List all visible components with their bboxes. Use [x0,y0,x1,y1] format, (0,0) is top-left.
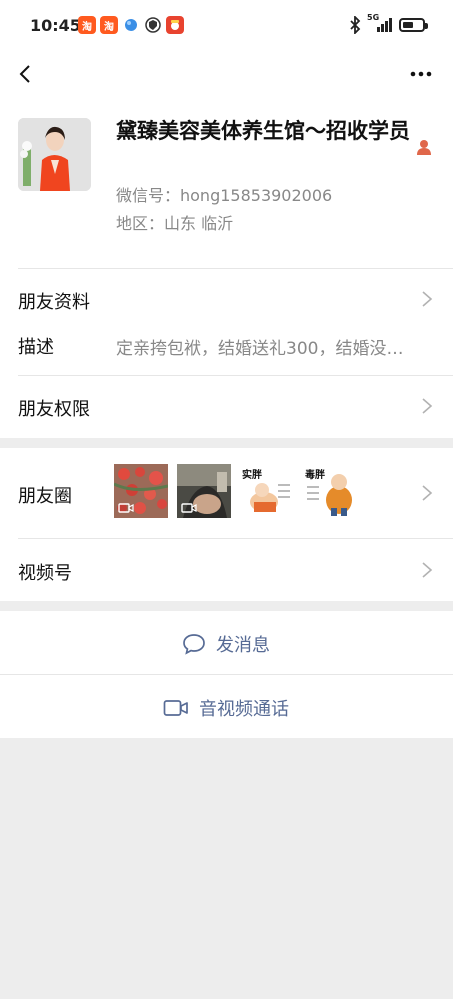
chevron-right-icon [422,398,433,414]
moments-label: 朋友圈 [18,486,72,507]
description-label: 描述 [18,337,54,358]
moments-photo: 实胖 [240,464,294,518]
taobao-app-icon: 淘 [100,16,118,34]
description-value: 定亲挎包袱，结婚送礼300，结婚没… [116,339,404,359]
friend-info-section: 朋友资料 描述 定亲挎包袱，结婚送礼300，结婚没… [0,268,453,375]
taobao-app-icon: 淘 [78,16,96,34]
signal-icon: 5G [367,13,393,33]
status-time: 10:45 [30,16,81,35]
chat-bubble-icon [183,634,205,655]
contact-name: 黛臻美容美体养生馆～招收学员 [116,119,410,143]
moments-photo-strip: 实胖 毒胖 [114,464,357,518]
permissions-row[interactable]: 朋友权限 [0,375,453,438]
video-camera-icon [181,503,197,513]
shield-app-icon [144,16,162,34]
chevron-right-icon [422,485,433,501]
pinduoduo-app-icon [166,16,184,34]
chevron-right-icon [422,562,433,578]
moments-photo [114,464,168,518]
browser-app-icon [122,16,140,34]
chevron-right-icon [422,291,433,307]
moments-photo: 毒胖 [303,464,357,518]
friend-info-row[interactable]: 朋友资料 [0,268,453,324]
bluetooth-icon [350,16,361,34]
friend-info-label: 朋友资料 [18,292,90,313]
channels-label: 视频号 [18,563,72,584]
moments-row[interactable]: 朋友圈 实胖 毒胖 [0,448,453,538]
status-bar: 10:45 淘 淘 5G [0,0,453,52]
divider [18,375,453,376]
send-message-label: 发消息 [216,635,270,656]
video-call-button[interactable]: 音视频通话 [0,675,453,738]
battery-icon [399,18,428,32]
back-arrow-icon[interactable] [14,62,38,86]
region: 地区：山东 临沂 [116,214,234,233]
video-camera-icon [163,700,188,716]
moments-photo [177,464,231,518]
moments-photo-caption: 毒胖 [305,470,325,481]
nav-bar [0,52,453,100]
moments-photo-caption: 实胖 [242,470,262,481]
video-call-label: 音视频通话 [199,699,289,720]
channels-row[interactable]: 视频号 [0,538,453,601]
video-camera-icon [118,503,134,513]
more-options-icon[interactable] [409,64,433,84]
profile-header: 黛臻美容美体养生馆～招收学员 微信号：hong15853902006 地区：山东… [0,100,453,268]
notification-icons: 淘 淘 [78,16,184,34]
send-message-button[interactable]: 发消息 [0,611,453,674]
system-status-icons: 5G [349,13,428,34]
divider [18,538,453,539]
wechat-id: 微信号：hong15853902006 [116,186,333,205]
permissions-label: 朋友权限 [18,399,90,420]
avatar[interactable] [18,118,91,191]
female-gender-icon [417,140,431,155]
